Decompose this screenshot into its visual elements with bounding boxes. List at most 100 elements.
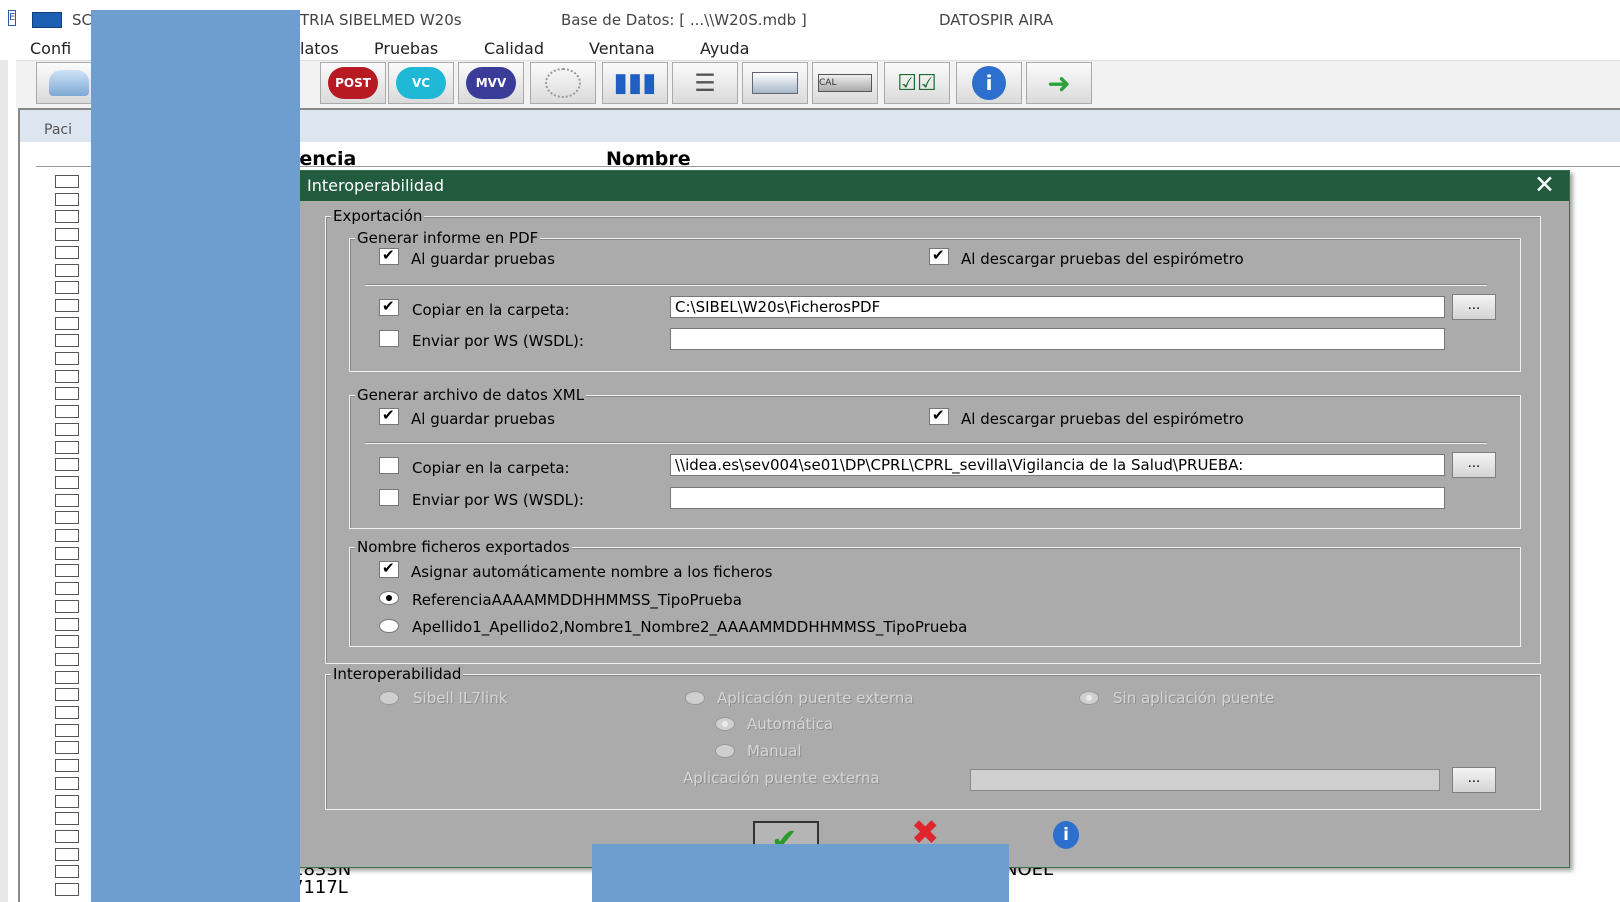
row-selector-box[interactable] bbox=[55, 741, 79, 755]
row-selector-box[interactable] bbox=[55, 458, 79, 472]
row-selector-box[interactable] bbox=[55, 617, 79, 631]
row-selector-box[interactable] bbox=[55, 829, 79, 843]
xml-on-download-label: Al descargar pruebas del espirómetro bbox=[961, 410, 1244, 428]
menu-ayuda[interactable]: Ayuda bbox=[700, 39, 749, 58]
external-app-input[interactable] bbox=[970, 769, 1440, 791]
toolbar-search-report-button[interactable]: ☰ bbox=[672, 62, 738, 104]
row-selector-box[interactable] bbox=[55, 298, 79, 312]
help-info-icon[interactable]: i bbox=[1053, 821, 1079, 849]
row-selector-box[interactable] bbox=[55, 511, 79, 525]
xml-copy-folder-input[interactable]: \\idea.es\sev004\se01\DP\CPRL\CPRL_sevil… bbox=[670, 454, 1445, 476]
menu-calidad[interactable]: Calidad bbox=[484, 39, 544, 58]
row-selector-box[interactable] bbox=[55, 228, 79, 242]
pdf-on-download-label: Al descargar pruebas del espirómetro bbox=[961, 250, 1244, 268]
row-selector-box[interactable] bbox=[55, 670, 79, 684]
row-selector-box[interactable] bbox=[55, 582, 79, 596]
row-selector-box[interactable] bbox=[55, 316, 79, 330]
row-selector-box[interactable] bbox=[55, 422, 79, 436]
row-selector-box[interactable] bbox=[55, 794, 79, 808]
row-selector-box[interactable] bbox=[55, 635, 79, 649]
xml-copy-folder-checkbox[interactable] bbox=[379, 457, 399, 474]
sibel-il7link-radio[interactable] bbox=[379, 691, 399, 705]
row-selector-box[interactable] bbox=[55, 352, 79, 365]
patients-tab-label[interactable]: Paci bbox=[44, 122, 72, 138]
row-selector-box[interactable] bbox=[55, 723, 79, 737]
row-selector-box[interactable] bbox=[55, 865, 79, 879]
menu-pruebas[interactable]: Pruebas bbox=[374, 39, 438, 58]
pdf-folder-browse-button[interactable]: ... bbox=[1452, 294, 1496, 320]
dialog-title-bar: Interoperabilidad ✕ bbox=[297, 171, 1569, 201]
automatic-radio[interactable] bbox=[715, 717, 735, 731]
xml-send-ws-input[interactable] bbox=[670, 487, 1445, 509]
interoperability-dialog: Interoperabilidad ✕ Exportación Generar … bbox=[296, 170, 1570, 868]
row-selector-box[interactable] bbox=[55, 564, 79, 578]
sibel-il7link-label: Sibell IL7link bbox=[413, 689, 508, 707]
xml-on-save-checkbox[interactable] bbox=[379, 406, 399, 425]
toolbar-chart-button[interactable]: ▮▮▮ bbox=[602, 62, 668, 104]
row-selector-box[interactable] bbox=[55, 812, 79, 826]
external-app-browse-button[interactable]: ... bbox=[1452, 767, 1496, 793]
name-format-reference-radio[interactable] bbox=[379, 591, 399, 605]
no-bridge-radio[interactable] bbox=[1079, 691, 1099, 705]
close-icon[interactable]: ✕ bbox=[1534, 172, 1555, 198]
pdf-send-ws-checkbox[interactable] bbox=[379, 330, 399, 347]
mvv-icon: MVV bbox=[466, 67, 516, 99]
pdf-on-download-checkbox[interactable] bbox=[929, 246, 949, 265]
dialog-title: Interoperabilidad bbox=[307, 176, 444, 195]
name-format-surname-radio[interactable] bbox=[379, 619, 399, 633]
toolbar-calibration-button[interactable]: CAL bbox=[812, 62, 878, 104]
toolbar-mvv-button[interactable]: MVV bbox=[458, 62, 524, 104]
row-selector-box[interactable] bbox=[55, 387, 79, 401]
toolbar-disabled-button[interactable] bbox=[530, 62, 596, 104]
pdf-separator bbox=[365, 284, 1487, 286]
checklist-icon: ☑☑ bbox=[897, 70, 937, 96]
xml-folder-browse-button[interactable]: ... bbox=[1452, 452, 1496, 478]
pdf-copy-folder-checkbox[interactable] bbox=[379, 297, 399, 316]
row-selector-box[interactable] bbox=[55, 175, 79, 188]
row-selector-box[interactable] bbox=[55, 192, 79, 206]
menu-datos[interactable]: latos bbox=[300, 39, 339, 58]
toolbar-exit-button[interactable]: ➜ bbox=[1026, 62, 1092, 104]
row-selector-box[interactable] bbox=[55, 847, 79, 861]
row-selector-box[interactable] bbox=[55, 245, 79, 259]
pdf-send-ws-input[interactable] bbox=[670, 328, 1445, 350]
row-selector-box[interactable] bbox=[55, 475, 79, 489]
toolbar-print-button[interactable] bbox=[742, 62, 808, 104]
row-selector-box[interactable] bbox=[55, 688, 79, 702]
auto-name-checkbox[interactable] bbox=[379, 559, 399, 578]
interop-group-label: Interoperabilidad bbox=[331, 665, 464, 683]
cancel-button[interactable]: ✖ bbox=[897, 817, 959, 847]
row-selector-box[interactable] bbox=[55, 883, 79, 896]
search-report-icon: ☰ bbox=[694, 69, 716, 97]
row-selector-box[interactable] bbox=[55, 546, 79, 560]
row-selector-box[interactable] bbox=[55, 529, 79, 542]
toolbar-vc-button[interactable]: VC bbox=[388, 62, 454, 104]
row-selector-box[interactable] bbox=[55, 210, 79, 224]
app-small-icon: E bbox=[8, 10, 16, 26]
row-selector-box[interactable] bbox=[55, 334, 79, 348]
row-selector-box[interactable] bbox=[55, 440, 79, 454]
row-selector-box[interactable] bbox=[55, 776, 79, 790]
row-selector-box[interactable] bbox=[55, 706, 79, 719]
red-x-icon: ✖ bbox=[911, 817, 940, 847]
row-selector-box[interactable] bbox=[55, 599, 79, 613]
xml-send-ws-checkbox[interactable] bbox=[379, 489, 399, 506]
manual-radio[interactable] bbox=[715, 744, 735, 758]
toolbar-info-button[interactable]: i bbox=[956, 62, 1022, 104]
row-selector-box[interactable] bbox=[55, 759, 79, 773]
row-selector-box[interactable] bbox=[55, 281, 79, 295]
toolbar-post-button[interactable]: POST bbox=[320, 62, 386, 104]
row-selector-box[interactable] bbox=[55, 263, 79, 277]
xml-on-download-checkbox[interactable] bbox=[929, 406, 949, 425]
post-icon: POST bbox=[328, 67, 378, 99]
pdf-on-save-checkbox[interactable] bbox=[379, 246, 399, 265]
menu-ventana[interactable]: Ventana bbox=[589, 39, 655, 58]
row-selector-box[interactable] bbox=[55, 493, 79, 507]
row-selector-box[interactable] bbox=[55, 652, 79, 666]
toolbar-checklist-button[interactable]: ☑☑ bbox=[884, 62, 950, 104]
row-selector-box[interactable] bbox=[55, 369, 79, 383]
external-bridge-radio[interactable] bbox=[685, 691, 705, 705]
row-selector-box[interactable] bbox=[55, 405, 79, 419]
menu-config[interactable]: Confi bbox=[30, 39, 71, 58]
pdf-copy-folder-input[interactable]: C:\SIBEL\W20s\FicherosPDF bbox=[670, 296, 1445, 318]
